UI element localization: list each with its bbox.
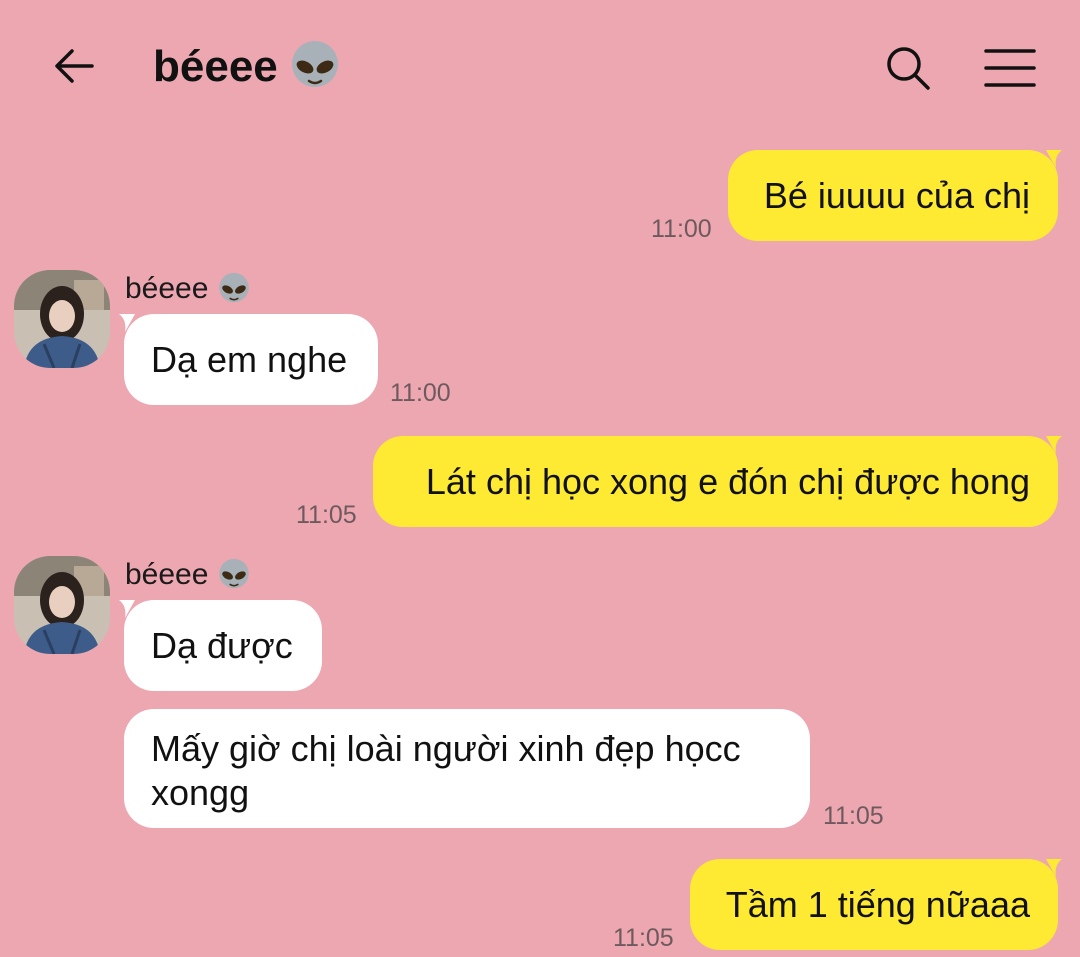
message-text: Dạ em nghe (151, 339, 348, 380)
incoming-message-bubble[interactable]: Mấy giờ chị loài người xinh đẹp họcc xon… (124, 709, 810, 828)
chat-header: béeee (0, 0, 1080, 132)
message-time: 11:00 (651, 215, 712, 243)
outgoing-message-bubble[interactable]: Tầm 1 tiếng nữaaa (690, 859, 1058, 950)
bubble-tail (1046, 150, 1062, 168)
message-text: Mấy giờ chị loài người xinh đẹp họcc xon… (151, 728, 741, 813)
message-time: 11:05 (823, 802, 884, 830)
alien-face-icon (219, 558, 250, 588)
alien-face-icon (291, 41, 338, 87)
menu-icon (984, 49, 1036, 87)
message-text: Dạ được (151, 625, 293, 666)
incoming-message-bubble[interactable]: Dạ em nghe (124, 314, 378, 405)
chat-title: béeee (153, 36, 340, 98)
message-text: Lát chị học xong e đón chị được hong (425, 461, 1030, 502)
sender-name: béeee (125, 270, 250, 308)
chat-screen: béeee Bé iuuuu của chị 11:00 béeee Dạ em… (0, 0, 1080, 957)
menu-button[interactable] (978, 36, 1042, 100)
message-time: 11:00 (390, 379, 451, 407)
bubble-tail (1046, 436, 1062, 454)
outgoing-message-bubble[interactable]: Lát chị học xong e đón chị được hong (373, 436, 1058, 527)
message-text: Bé iuuuu của chị (763, 175, 1030, 216)
incoming-message-bubble[interactable]: Dạ được (124, 600, 322, 691)
profile-photo-icon (14, 556, 110, 654)
message-time: 11:05 (296, 501, 357, 529)
message-text: Tầm 1 tiếng nữaaa (725, 884, 1030, 925)
message-time: 11:05 (613, 924, 674, 952)
alien-face-icon (219, 272, 250, 302)
bubble-tail (119, 314, 135, 332)
avatar[interactable] (14, 270, 110, 368)
avatar[interactable] (14, 556, 110, 654)
search-icon (887, 47, 930, 90)
chat-title-text: béeee (153, 42, 278, 91)
back-arrow-icon (55, 49, 94, 83)
back-button[interactable] (40, 34, 108, 98)
profile-photo-icon (14, 270, 110, 368)
bubble-tail (119, 600, 135, 618)
search-button[interactable] (876, 36, 940, 100)
sender-name: béeee (125, 556, 250, 594)
outgoing-message-bubble[interactable]: Bé iuuuu của chị (728, 150, 1058, 241)
bubble-tail (1046, 859, 1062, 877)
